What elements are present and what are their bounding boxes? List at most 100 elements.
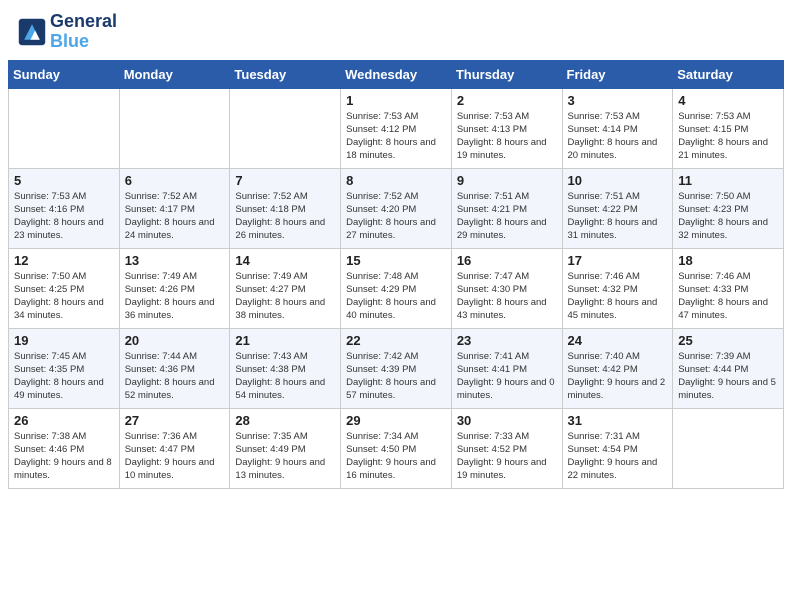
day-info: Sunrise: 7:39 AM Sunset: 4:44 PM Dayligh… [678, 350, 778, 403]
calendar-day-29: 29 Sunrise: 7:34 AM Sunset: 4:50 PM Dayli… [341, 408, 452, 488]
day-info: Sunrise: 7:46 AM Sunset: 4:32 PM Dayligh… [568, 270, 668, 323]
day-number: 18 [678, 253, 778, 268]
calendar-header-friday: Friday [562, 60, 673, 88]
calendar-week-4: 19 Sunrise: 7:45 AM Sunset: 4:35 PM Dayli… [9, 328, 784, 408]
calendar-day-empty [673, 408, 784, 488]
calendar-day-31: 31 Sunrise: 7:31 AM Sunset: 4:54 PM Dayli… [562, 408, 673, 488]
calendar-day-17: 17Sunrise: 7:46 AM Sunset: 4:32 PM Dayli… [562, 248, 673, 328]
day-number: 10 [568, 173, 668, 188]
day-info: Sunrise: 7:33 AM Sunset: 4:52 PM Dayligh… [457, 430, 557, 483]
day-info: Sunrise: 7:53 AM Sunset: 4:14 PM Dayligh… [568, 110, 668, 163]
day-number: 16 [457, 253, 557, 268]
calendar-header-row: SundayMondayTuesdayWednesdayThursdayFrid… [9, 60, 784, 88]
calendar-week-2: 5 Sunrise: 7:53 AM Sunset: 4:16 PM Daylig… [9, 168, 784, 248]
day-number: 3 [568, 93, 668, 108]
logo-text: General Blue [50, 12, 117, 52]
calendar-day-6: 6 Sunrise: 7:52 AM Sunset: 4:17 PM Daylig… [119, 168, 230, 248]
calendar-day-15: 15 Sunrise: 7:48 AM Sunset: 4:29 PM Dayli… [341, 248, 452, 328]
calendar-day-10: 10 Sunrise: 7:51 AM Sunset: 4:22 PM Dayli… [562, 168, 673, 248]
day-number: 7 [235, 173, 335, 188]
day-number: 6 [125, 173, 225, 188]
day-info: Sunrise: 7:45 AM Sunset: 4:35 PM Dayligh… [14, 350, 114, 403]
day-info: Sunrise: 7:48 AM Sunset: 4:29 PM Dayligh… [346, 270, 446, 323]
calendar-day-empty [9, 88, 120, 168]
calendar-day-2: 2Sunrise: 7:53 AM Sunset: 4:13 PM Daylig… [451, 88, 562, 168]
calendar-day-22: 22 Sunrise: 7:42 AM Sunset: 4:39 PM Dayli… [341, 328, 452, 408]
day-info: Sunrise: 7:51 AM Sunset: 4:22 PM Dayligh… [568, 190, 668, 243]
calendar-header-monday: Monday [119, 60, 230, 88]
day-number: 8 [346, 173, 446, 188]
day-number: 12 [14, 253, 114, 268]
day-number: 27 [125, 413, 225, 428]
calendar-week-3: 12Sunrise: 7:50 AM Sunset: 4:25 PM Dayli… [9, 248, 784, 328]
calendar-day-26: 26 Sunrise: 7:38 AM Sunset: 4:46 PM Dayli… [9, 408, 120, 488]
calendar-day-21: 21 Sunrise: 7:43 AM Sunset: 4:38 PM Dayli… [230, 328, 341, 408]
day-number: 21 [235, 333, 335, 348]
calendar-day-13: 13Sunrise: 7:49 AM Sunset: 4:26 PM Dayli… [119, 248, 230, 328]
day-number: 29 [346, 413, 446, 428]
day-number: 11 [678, 173, 778, 188]
calendar-day-5: 5 Sunrise: 7:53 AM Sunset: 4:16 PM Daylig… [9, 168, 120, 248]
day-number: 9 [457, 173, 557, 188]
day-info: Sunrise: 7:53 AM Sunset: 4:16 PM Dayligh… [14, 190, 114, 243]
calendar-week-1: 1 Sunrise: 7:53 AM Sunset: 4:12 PM Daylig… [9, 88, 784, 168]
day-info: Sunrise: 7:53 AM Sunset: 4:12 PM Dayligh… [346, 110, 446, 163]
day-info: Sunrise: 7:34 AM Sunset: 4:50 PM Dayligh… [346, 430, 446, 483]
day-number: 2 [457, 93, 557, 108]
calendar-day-16: 16 Sunrise: 7:47 AM Sunset: 4:30 PM Dayli… [451, 248, 562, 328]
calendar-day-30: 30Sunrise: 7:33 AM Sunset: 4:52 PM Dayli… [451, 408, 562, 488]
calendar-day-27: 27 Sunrise: 7:36 AM Sunset: 4:47 PM Dayli… [119, 408, 230, 488]
calendar-day-1: 1 Sunrise: 7:53 AM Sunset: 4:12 PM Daylig… [341, 88, 452, 168]
day-number: 28 [235, 413, 335, 428]
day-number: 25 [678, 333, 778, 348]
calendar-day-23: 23Sunrise: 7:41 AM Sunset: 4:41 PM Dayli… [451, 328, 562, 408]
calendar-day-empty [119, 88, 230, 168]
day-info: Sunrise: 7:44 AM Sunset: 4:36 PM Dayligh… [125, 350, 225, 403]
calendar-day-18: 18 Sunrise: 7:46 AM Sunset: 4:33 PM Dayli… [673, 248, 784, 328]
day-number: 4 [678, 93, 778, 108]
day-info: Sunrise: 7:53 AM Sunset: 4:15 PM Dayligh… [678, 110, 778, 163]
day-info: Sunrise: 7:36 AM Sunset: 4:47 PM Dayligh… [125, 430, 225, 483]
day-info: Sunrise: 7:47 AM Sunset: 4:30 PM Dayligh… [457, 270, 557, 323]
calendar-day-4: 4 Sunrise: 7:53 AM Sunset: 4:15 PM Daylig… [673, 88, 784, 168]
calendar-header-wednesday: Wednesday [341, 60, 452, 88]
calendar-day-8: 8 Sunrise: 7:52 AM Sunset: 4:20 PM Daylig… [341, 168, 452, 248]
calendar-day-12: 12Sunrise: 7:50 AM Sunset: 4:25 PM Dayli… [9, 248, 120, 328]
day-info: Sunrise: 7:49 AM Sunset: 4:27 PM Dayligh… [235, 270, 335, 323]
day-info: Sunrise: 7:35 AM Sunset: 4:49 PM Dayligh… [235, 430, 335, 483]
day-number: 1 [346, 93, 446, 108]
day-info: Sunrise: 7:43 AM Sunset: 4:38 PM Dayligh… [235, 350, 335, 403]
day-info: Sunrise: 7:46 AM Sunset: 4:33 PM Dayligh… [678, 270, 778, 323]
calendar-table: SundayMondayTuesdayWednesdayThursdayFrid… [8, 60, 784, 489]
day-info: Sunrise: 7:42 AM Sunset: 4:39 PM Dayligh… [346, 350, 446, 403]
day-number: 15 [346, 253, 446, 268]
calendar-week-5: 26 Sunrise: 7:38 AM Sunset: 4:46 PM Dayli… [9, 408, 784, 488]
day-info: Sunrise: 7:52 AM Sunset: 4:17 PM Dayligh… [125, 190, 225, 243]
page-header: General Blue [0, 0, 792, 60]
day-number: 24 [568, 333, 668, 348]
calendar-day-24: 24Sunrise: 7:40 AM Sunset: 4:42 PM Dayli… [562, 328, 673, 408]
calendar-header-saturday: Saturday [673, 60, 784, 88]
logo: General Blue [18, 12, 117, 52]
calendar-day-14: 14 Sunrise: 7:49 AM Sunset: 4:27 PM Dayli… [230, 248, 341, 328]
day-number: 26 [14, 413, 114, 428]
calendar-day-28: 28 Sunrise: 7:35 AM Sunset: 4:49 PM Dayli… [230, 408, 341, 488]
day-number: 14 [235, 253, 335, 268]
calendar-body: 1 Sunrise: 7:53 AM Sunset: 4:12 PM Daylig… [9, 88, 784, 488]
day-number: 19 [14, 333, 114, 348]
day-number: 22 [346, 333, 446, 348]
day-number: 5 [14, 173, 114, 188]
calendar-header-tuesday: Tuesday [230, 60, 341, 88]
calendar-day-19: 19 Sunrise: 7:45 AM Sunset: 4:35 PM Dayli… [9, 328, 120, 408]
calendar-day-25: 25 Sunrise: 7:39 AM Sunset: 4:44 PM Dayli… [673, 328, 784, 408]
day-info: Sunrise: 7:52 AM Sunset: 4:20 PM Dayligh… [346, 190, 446, 243]
day-number: 20 [125, 333, 225, 348]
day-info: Sunrise: 7:31 AM Sunset: 4:54 PM Dayligh… [568, 430, 668, 483]
day-number: 31 [568, 413, 668, 428]
day-info: Sunrise: 7:41 AM Sunset: 4:41 PM Dayligh… [457, 350, 557, 403]
day-info: Sunrise: 7:51 AM Sunset: 4:21 PM Dayligh… [457, 190, 557, 243]
day-info: Sunrise: 7:49 AM Sunset: 4:26 PM Dayligh… [125, 270, 225, 323]
day-info: Sunrise: 7:38 AM Sunset: 4:46 PM Dayligh… [14, 430, 114, 483]
calendar-header-sunday: Sunday [9, 60, 120, 88]
calendar-day-20: 20 Sunrise: 7:44 AM Sunset: 4:36 PM Dayli… [119, 328, 230, 408]
